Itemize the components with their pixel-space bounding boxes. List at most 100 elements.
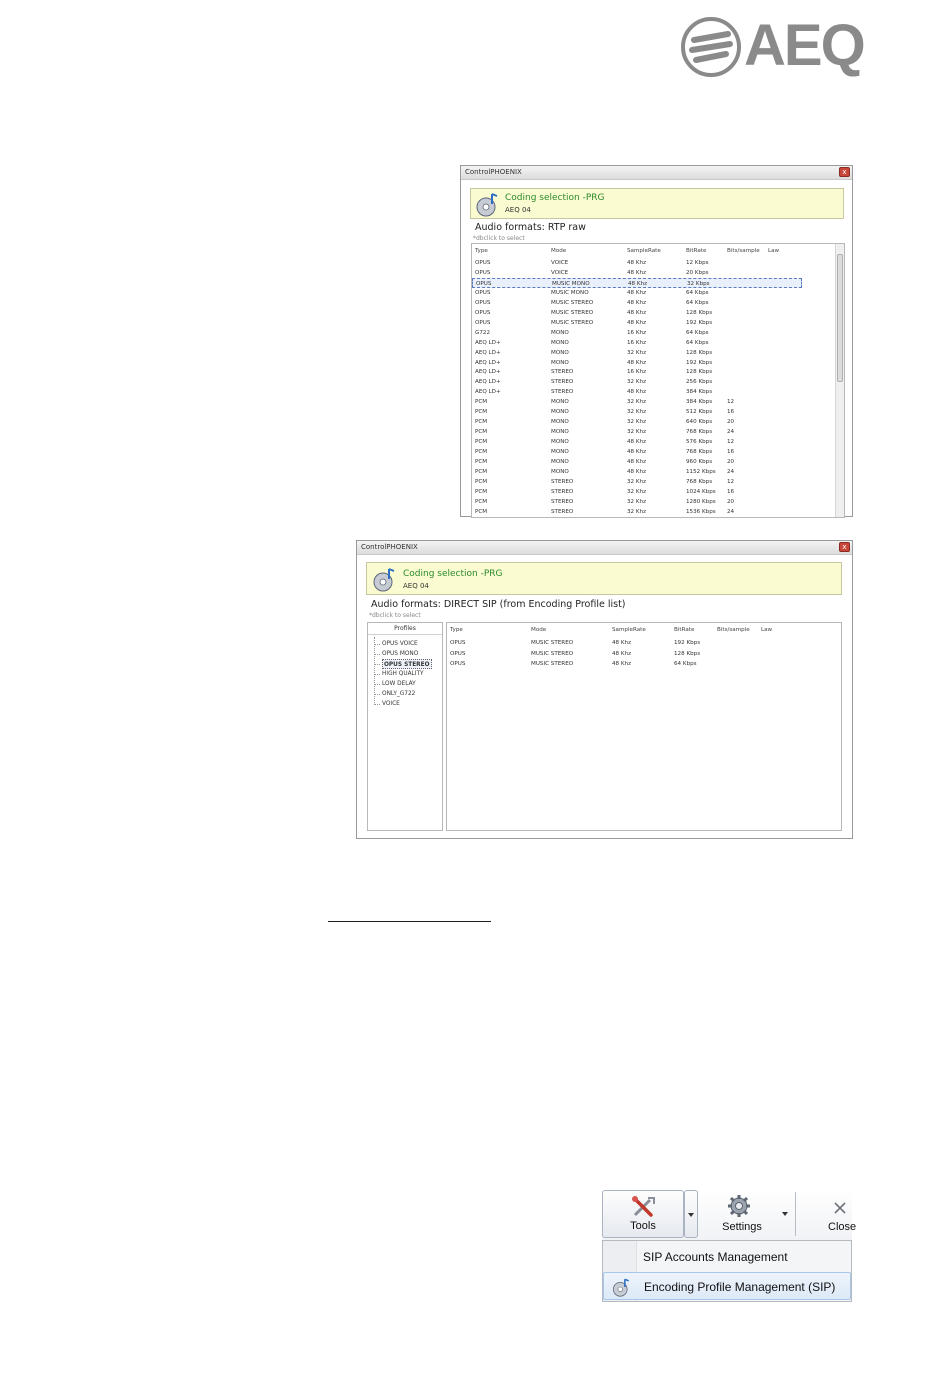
profile-item[interactable]: LOW DELAY: [382, 679, 416, 689]
table-row[interactable]: OPUS MUSIC MONO 48 Khz 32 Kbps: [472, 277, 802, 288]
table-row[interactable]: PCM MONO 48 Khz 576 Kbps 12: [472, 437, 844, 447]
table-row[interactable]: PCM MONO 32 Khz 640 Kbps 20: [472, 417, 844, 427]
table-cell: 64 Kbps: [686, 289, 709, 296]
table-row[interactable]: OPUS MUSIC STEREO 48 Khz 192 Kbps: [472, 318, 844, 328]
table-cell: MUSIC STEREO: [531, 650, 574, 657]
table-row[interactable]: PCM STEREO 32 Khz 1536 Kbps 24: [472, 507, 844, 517]
table-row[interactable]: PCM MONO 32 Khz 512 Kbps 16: [472, 407, 844, 417]
table-row[interactable]: AEQ LD+ STEREO 48 Khz 384 Kbps: [472, 387, 844, 397]
table-cell: 48 Khz: [627, 449, 647, 456]
tools-icon: [632, 1196, 655, 1217]
table-cell: 16 Khz: [627, 329, 647, 336]
table-cell: 24: [727, 468, 735, 475]
audio-format-list[interactable]: Type Mode SampleRate BitRate Bits/sample Law …: [446, 622, 842, 831]
table-cell: PCM: [475, 498, 488, 505]
profile-item[interactable]: ONLY_G722: [382, 689, 415, 699]
table-row[interactable]: PCM MONO 48 Khz 768 Kbps 16: [472, 447, 844, 457]
table-row[interactable]: AEQ LD+ MONO 16 Khz 64 Kbps: [472, 338, 844, 348]
table-cell: 64 Kbps: [674, 661, 697, 667]
table-row[interactable]: PCM STEREO 32 Khz 1024 Kbps 16: [472, 487, 844, 497]
table-cell: STEREO: [551, 478, 574, 485]
tree-connector: [374, 684, 380, 685]
column-header[interactable]: Bits/sample: [727, 246, 760, 256]
table-row[interactable]: OPUS MUSIC STEREO 48 Khz 128 Kbps: [472, 308, 844, 318]
column-header[interactable]: Type: [475, 246, 488, 256]
table-cell: 20: [727, 459, 735, 465]
column-header[interactable]: Type: [450, 625, 463, 635]
profiles-panel[interactable]: Profiles OPUS VOICE OPUS MONO OPUS STEREO H…: [367, 622, 443, 831]
table-row[interactable]: OPUS MUSIC STEREO 48 Khz 192 Kbps: [447, 638, 841, 648]
device-name: AEQ 04: [505, 206, 531, 214]
scrollbar-thumb[interactable]: [837, 254, 843, 382]
table-cell: 48 Khz: [627, 468, 647, 475]
table-row[interactable]: PCM MONO 32 Khz 384 Kbps 12: [472, 397, 844, 407]
menu-item-encoding-profile[interactable]: Encoding Profile Management (SIP): [603, 1272, 851, 1300]
table-cell: MUSIC STEREO: [531, 640, 574, 646]
settings-dropdown-arrow[interactable]: [778, 1190, 792, 1238]
menu-item-sip-accounts[interactable]: SIP Accounts Management: [603, 1243, 851, 1271]
tree-connector: [374, 664, 380, 665]
column-header[interactable]: Law: [761, 625, 772, 635]
table-row[interactable]: PCM STEREO 32 Khz 768 Kbps 12: [472, 477, 844, 487]
profile-item[interactable]: HIGH QUALITY: [382, 669, 424, 679]
tree-connector: [374, 674, 380, 675]
table-row[interactable]: PCM MONO 48 Khz 1152 Kbps 24: [472, 467, 844, 477]
settings-button[interactable]: Settings: [702, 1190, 782, 1238]
table-cell: 48 Khz: [612, 640, 632, 646]
coding-selection-title: Coding selection -PRG: [403, 569, 503, 579]
table-cell: 64 Kbps: [686, 299, 709, 306]
table-cell: OPUS: [475, 269, 491, 276]
table-row[interactable]: PCM MONO 32 Khz 768 Kbps 24: [472, 427, 844, 437]
table-row[interactable]: OPUS VOICE 48 Khz 12 Kbps: [472, 258, 844, 268]
table-cell: 640 Kbps: [686, 419, 713, 426]
table-cell: 12: [727, 399, 735, 406]
table-cell: MONO: [551, 329, 569, 336]
table-row[interactable]: OPUS MUSIC STEREO 48 Khz 128 Kbps: [447, 649, 841, 659]
profile-item[interactable]: OPUS STEREO: [382, 659, 432, 669]
table-row[interactable]: PCM STEREO 32 Khz 1280 Kbps 20: [472, 497, 844, 507]
tools-dropdown-arrow[interactable]: [684, 1190, 698, 1238]
profile-item[interactable]: OPUS MONO: [382, 649, 418, 659]
table-cell: 32 Khz: [627, 409, 647, 416]
column-header[interactable]: Bits/sample: [717, 625, 750, 635]
audio-format-list[interactable]: Type Mode SampleRate BitRate Bits/sample Law …: [471, 243, 845, 518]
table-row[interactable]: AEQ LD+ STEREO 32 Khz 256 Kbps: [472, 377, 844, 387]
column-header[interactable]: SampleRate: [612, 625, 646, 635]
codec-disc-icon: [373, 568, 395, 592]
table-row[interactable]: G722 MONO 16 Khz 64 Kbps: [472, 328, 844, 338]
window-close-button[interactable]: x: [839, 167, 850, 177]
column-header[interactable]: Mode: [551, 246, 566, 256]
column-header[interactable]: BitRate: [686, 246, 706, 256]
table-cell: 192 Kbps: [674, 640, 701, 646]
window-close-button[interactable]: x: [839, 542, 850, 552]
table-row[interactable]: OPUS VOICE 48 Khz 20 Kbps: [472, 268, 844, 278]
table-row[interactable]: AEQ LD+ STEREO 16 Khz 128 Kbps: [472, 367, 844, 377]
table-cell: 12: [727, 439, 735, 446]
column-header[interactable]: SampleRate: [627, 246, 661, 256]
profile-item[interactable]: VOICE: [382, 699, 400, 709]
profile-item[interactable]: OPUS VOICE: [382, 639, 418, 649]
table-cell: 384 Kbps: [686, 399, 713, 406]
close-icon: [834, 1202, 846, 1214]
column-header[interactable]: Law: [768, 246, 779, 256]
table-cell: PCM: [475, 429, 488, 436]
window-titlebar: ControlPHOENIX x: [357, 541, 852, 555]
table-cell: STEREO: [551, 389, 574, 396]
table-row[interactable]: AEQ LD+ MONO 48 Khz 192 Kbps: [472, 358, 844, 368]
tools-button[interactable]: Tools: [602, 1190, 684, 1238]
table-cell: OPUS: [475, 289, 491, 296]
table-cell: OPUS: [475, 299, 491, 306]
close-button[interactable]: Close: [802, 1190, 856, 1238]
column-header[interactable]: Mode: [531, 625, 546, 635]
list-scrollbar[interactable]: [835, 244, 844, 517]
table-row[interactable]: OPUS MUSIC STEREO 48 Khz 64 Kbps: [447, 659, 841, 669]
table-row[interactable]: AEQ LD+ MONO 32 Khz 128 Kbps: [472, 348, 844, 358]
table-row[interactable]: OPUS MUSIC MONO 48 Khz 64 Kbps: [472, 288, 844, 298]
table-cell: 256 Kbps: [686, 379, 713, 386]
table-cell: 32 Khz: [627, 488, 647, 495]
column-header[interactable]: BitRate: [674, 625, 694, 635]
table-row[interactable]: PCM MONO 48 Khz 960 Kbps 20: [472, 457, 844, 467]
table-cell: 32 Khz: [627, 379, 647, 386]
table-row[interactable]: OPUS MUSIC STEREO 48 Khz 64 Kbps: [472, 298, 844, 308]
table-cell: MONO: [551, 449, 569, 456]
